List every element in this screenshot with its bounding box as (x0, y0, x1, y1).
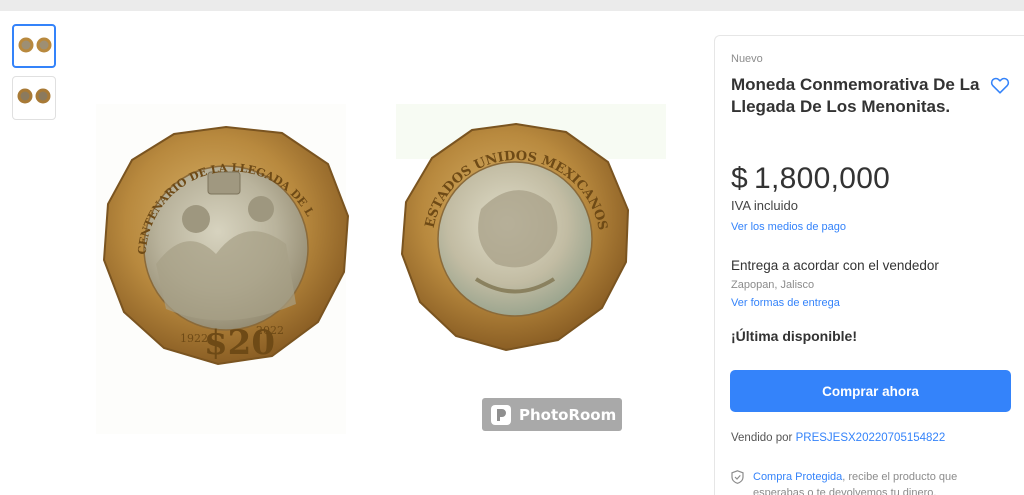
seller-location: Zapopan, Jalisco (731, 279, 815, 291)
thumbnail-coins-image (17, 88, 51, 104)
shield-check-icon (731, 470, 744, 484)
protected-purchase-link[interactable]: Compra Protegida (753, 471, 842, 483)
thumbnail-coins-image (18, 37, 52, 53)
delivery-methods-link[interactable]: Ver formas de entrega (731, 297, 840, 309)
seller-info: Vendido por PRESJESX20220705154822 (731, 432, 945, 444)
item-condition: Nuevo (731, 53, 763, 65)
product-main-image[interactable]: CENTENARIO DE LA LLEGADA DE LOS MENONITA… (96, 104, 666, 434)
product-page: CENTENARIO DE LA LLEGADA DE LOS MENONITA… (0, 11, 1024, 495)
buy-now-button[interactable]: Comprar ahora (730, 370, 1011, 412)
product-title: Moneda Conmemorativa De La Llegada De Lo… (731, 75, 980, 116)
stock-status: ¡Última disponible! (731, 328, 857, 344)
purchase-protection: Compra Protegida, recibe el producto que… (731, 469, 1001, 495)
photoroom-watermark: PhotoRoom (482, 398, 622, 431)
thumbnail-2[interactable] (12, 76, 56, 120)
watermark-text: PhotoRoom (519, 405, 617, 424)
delivery-info: Entrega a acordar con el vendedor (731, 258, 939, 273)
product-price: $1,800,000 (731, 162, 890, 196)
heart-outline-icon[interactable] (989, 74, 1011, 96)
buy-box: Nuevo Moneda Conmemorativa De La Llegada… (714, 35, 1024, 495)
price-currency: $ (731, 162, 748, 195)
iva-note: IVA incluido (731, 198, 798, 213)
thumbnail-1[interactable] (12, 24, 56, 68)
price-amount: 1,800,000 (754, 162, 891, 195)
photoroom-logo-icon (491, 404, 511, 425)
payment-methods-link[interactable]: Ver los medios de pago (731, 221, 846, 233)
coin-year-right: 2022 (256, 324, 284, 337)
seller-name-link[interactable]: PRESJESX20220705154822 (796, 432, 946, 444)
browser-top-strip (0, 0, 1024, 11)
seller-prefix: Vendido por (731, 432, 793, 444)
